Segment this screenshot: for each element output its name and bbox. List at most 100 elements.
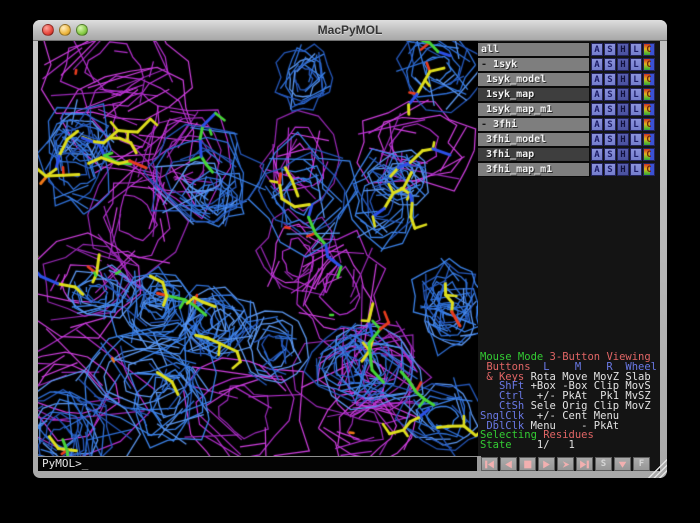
action-button-A[interactable]: A <box>591 133 603 146</box>
action-button-C[interactable]: C <box>643 133 655 146</box>
action-button-S[interactable]: S <box>604 103 616 116</box>
object-label[interactable]: - 3fhi <box>478 118 589 131</box>
action-button-L[interactable]: L <box>630 73 642 86</box>
action-button-C[interactable]: C <box>643 58 655 71</box>
movie-play-button[interactable] <box>538 457 555 471</box>
menu-icon <box>617 459 628 470</box>
action-buttons: ASHLC <box>591 163 656 176</box>
action-button-S[interactable]: S <box>604 148 616 161</box>
object-label[interactable]: 1syk_model <box>478 73 589 86</box>
action-button-C[interactable]: C <box>643 88 655 101</box>
action-button-L[interactable]: L <box>630 133 642 146</box>
action-button-H[interactable]: H <box>617 58 629 71</box>
action-button-L[interactable]: L <box>630 103 642 116</box>
action-button-S[interactable]: S <box>604 73 616 86</box>
object-label[interactable]: 1syk_map_m1 <box>478 103 589 116</box>
mouse-mode-panel: Mouse Mode 3-Button Viewing Buttons L M … <box>480 353 657 451</box>
molecular-viewport[interactable] <box>38 41 478 456</box>
titlebar[interactable]: MacPyMOL <box>33 20 667 41</box>
action-buttons: ASHLC <box>591 43 656 56</box>
action-button-H[interactable]: H <box>617 133 629 146</box>
command-prompt: PyMOL> <box>42 457 82 470</box>
collapse-icon[interactable]: - <box>481 119 493 130</box>
movie-stop-button[interactable] <box>519 457 536 471</box>
object-row-3fhi[interactable]: - 3fhiASHLC <box>478 118 660 131</box>
movie-go-to-start-button[interactable] <box>481 457 498 471</box>
object-row-1syk_model[interactable]: 1syk_modelASHLC <box>478 73 660 86</box>
action-button-A[interactable]: A <box>591 103 603 116</box>
object-label[interactable]: 3fhi_map_m1 <box>478 163 589 176</box>
movie-scene-button-button[interactable]: S <box>595 457 612 471</box>
action-button-H[interactable]: H <box>617 103 629 116</box>
action-button-A[interactable]: A <box>591 88 603 101</box>
action-button-S[interactable]: S <box>604 88 616 101</box>
action-button-A[interactable]: A <box>591 163 603 176</box>
action-button-C[interactable]: C <box>643 148 655 161</box>
object-row-all[interactable]: allASHLC <box>478 43 660 56</box>
action-button-L[interactable]: L <box>630 118 642 131</box>
movie-step-back-button[interactable] <box>500 457 517 471</box>
action-button-L[interactable]: L <box>630 88 642 101</box>
action-button-A[interactable]: A <box>591 73 603 86</box>
command-line[interactable]: PyMOL>_ <box>38 456 478 471</box>
action-buttons: ASHLC <box>591 88 656 101</box>
object-row-1syk[interactable]: - 1sykASHLC <box>478 58 660 71</box>
step-back-icon <box>503 459 514 470</box>
action-button-C[interactable]: C <box>643 118 655 131</box>
go-to-end-icon <box>579 459 590 470</box>
action-button-S[interactable]: S <box>604 58 616 71</box>
step-forward-icon <box>560 459 571 470</box>
action-button-C[interactable]: C <box>643 163 655 176</box>
action-button-A[interactable]: A <box>591 148 603 161</box>
object-row-3fhi_map_m1[interactable]: 3fhi_map_m1ASHLC <box>478 163 660 176</box>
action-button-L[interactable]: L <box>630 43 642 56</box>
movie-step-forward-button[interactable] <box>557 457 574 471</box>
collapse-icon[interactable]: - <box>481 59 493 70</box>
object-label[interactable]: all <box>478 43 589 56</box>
object-label[interactable]: 1syk_map <box>478 88 589 101</box>
state-row: State 1/ 1 <box>480 441 657 451</box>
action-button-S[interactable]: S <box>604 118 616 131</box>
action-button-H[interactable]: H <box>617 163 629 176</box>
action-button-S[interactable]: S <box>604 133 616 146</box>
action-button-H[interactable]: H <box>617 118 629 131</box>
stop-icon <box>522 459 533 470</box>
action-button-S[interactable]: S <box>604 163 616 176</box>
object-label[interactable]: 3fhi_model <box>478 133 589 146</box>
command-cursor: _ <box>82 457 89 470</box>
action-button-H[interactable]: H <box>617 43 629 56</box>
action-button-H[interactable]: H <box>617 73 629 86</box>
movie-controls: SF <box>481 457 650 471</box>
action-buttons: ASHLC <box>591 133 656 146</box>
play-icon <box>541 459 552 470</box>
text-segment: State <box>480 439 512 451</box>
action-button-C[interactable]: C <box>643 43 655 56</box>
action-button-C[interactable]: C <box>643 73 655 86</box>
object-row-3fhi_model[interactable]: 3fhi_modelASHLC <box>478 133 660 146</box>
action-buttons: ASHLC <box>591 58 656 71</box>
action-button-L[interactable]: L <box>630 58 642 71</box>
window-title: MacPyMOL <box>33 20 667 40</box>
gl-content-area: PyMOL>_ allASHLC- 1sykASHLC1syk_modelASH… <box>38 41 660 471</box>
action-button-A[interactable]: A <box>591 58 603 71</box>
go-to-start-icon <box>484 459 495 470</box>
macpymol-window: MacPyMOL PyMOL>_ allASHLC- 1sykASHLC1syk… <box>33 20 667 478</box>
action-button-A[interactable]: A <box>591 118 603 131</box>
object-row-1syk_map_m1[interactable]: 1syk_map_m1ASHLC <box>478 103 660 116</box>
object-label[interactable]: 3fhi_map <box>478 148 589 161</box>
object-label[interactable]: - 1syk <box>478 58 589 71</box>
action-button-L[interactable]: L <box>630 148 642 161</box>
action-button-L[interactable]: L <box>630 163 642 176</box>
action-buttons: ASHLC <box>591 118 656 131</box>
object-row-1syk_map[interactable]: 1syk_mapASHLC <box>478 88 660 101</box>
movie-go-to-end-button[interactable] <box>576 457 593 471</box>
movie-fullscreen-button[interactable]: F <box>633 457 650 471</box>
action-button-S[interactable]: S <box>604 43 616 56</box>
action-button-H[interactable]: H <box>617 88 629 101</box>
desktop-background: MacPyMOL PyMOL>_ allASHLC- 1sykASHLC1syk… <box>0 0 700 523</box>
movie-menu-button[interactable] <box>614 457 631 471</box>
action-button-A[interactable]: A <box>591 43 603 56</box>
object-row-3fhi_map[interactable]: 3fhi_mapASHLC <box>478 148 660 161</box>
action-button-H[interactable]: H <box>617 148 629 161</box>
action-button-C[interactable]: C <box>643 103 655 116</box>
